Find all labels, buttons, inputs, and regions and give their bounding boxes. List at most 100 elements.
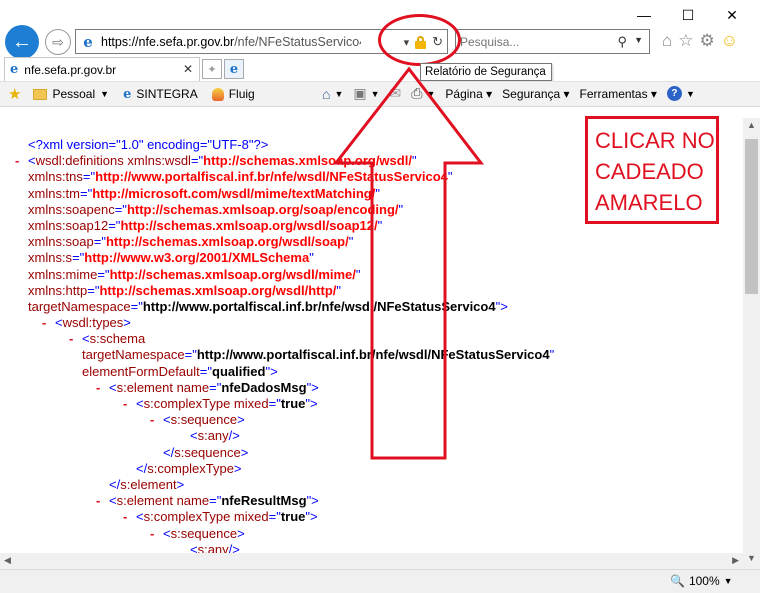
help-icon[interactable]: ? bbox=[666, 86, 682, 101]
scroll-left-icon[interactable]: ◀ bbox=[4, 555, 11, 566]
forward-button[interactable]: ⇨ bbox=[45, 29, 71, 55]
zoom-level: 100% bbox=[688, 574, 720, 588]
back-button[interactable]: ← bbox=[5, 25, 39, 59]
maximize-button[interactable]: ☐ bbox=[666, 4, 710, 26]
xml-token: > bbox=[233, 460, 242, 476]
xml-token: s:element bbox=[120, 476, 177, 492]
xml-token: http://schemas.xmlsoap.org/wsdl/http/ bbox=[99, 282, 337, 298]
search-input[interactable] bbox=[460, 34, 610, 49]
search-dropdown-icon[interactable]: ▼ bbox=[634, 35, 643, 45]
xml-token: =" bbox=[72, 250, 85, 266]
favorite-pessoal[interactable]: Pessoal ▼ bbox=[33, 87, 109, 101]
xml-token: "> bbox=[265, 363, 278, 379]
tools-menu-label: Ferramentas bbox=[579, 86, 648, 101]
vertical-scrollbar[interactable]: ▲ ▼ bbox=[743, 118, 760, 569]
page-menu[interactable]: Página ▾ bbox=[445, 87, 492, 101]
rss-feed-icon[interactable]: ▣ bbox=[353, 85, 366, 102]
mail-icon[interactable]: ✉ bbox=[390, 85, 402, 102]
search-box[interactable]: ⚲ ▼ bbox=[455, 29, 650, 54]
collapse-toggle[interactable]: - bbox=[96, 380, 100, 396]
address-url[interactable]: https://nfe.sefa.pr.gov.br/nfe/NFeStatus… bbox=[101, 35, 361, 49]
search-icon[interactable]: ⚲ bbox=[617, 34, 627, 50]
collapse-toggle[interactable]: - bbox=[42, 315, 46, 331]
zoom-control[interactable]: 🔍 100% ▼ bbox=[670, 574, 733, 588]
xml-token: =" bbox=[199, 363, 212, 379]
ie-tab-button[interactable]: e bbox=[224, 59, 244, 79]
xml-token: http://schemas.xmlsoap.org/wsdl/mime/ bbox=[109, 266, 356, 282]
collapse-toggle[interactable]: - bbox=[123, 509, 127, 525]
favorite-fluig[interactable]: Fluig bbox=[211, 87, 255, 101]
xml-line: </s:sequence> bbox=[0, 445, 743, 461]
xml-token: "> bbox=[305, 509, 318, 525]
xml-token: " bbox=[336, 282, 342, 298]
xml-token: "> bbox=[306, 493, 319, 509]
xml-token: xmlns:wsdl bbox=[127, 153, 191, 169]
command-buttons: ⌂ ▼ ▣ ▼ ✉ ⎙ ▼ Página ▾ Segurança ▾ Ferramen… bbox=[322, 85, 695, 102]
xml-line: xmlns:mime="http://schemas.xmlsoap.org/w… bbox=[0, 267, 743, 283]
chevron-down-icon[interactable]: ▼ bbox=[686, 89, 695, 99]
chevron-down-icon[interactable]: ▼ bbox=[334, 89, 343, 99]
xml-token: xmlns:http bbox=[28, 282, 88, 298]
browser-toolbar-icons: ⌂ ☆ ⚙ ☺ bbox=[662, 31, 738, 51]
xml-token: name bbox=[176, 379, 210, 395]
favorites-star-icon[interactable]: ☆ bbox=[678, 31, 693, 51]
xml-token: < bbox=[163, 525, 171, 541]
xml-token: " bbox=[377, 217, 383, 233]
xml-token: =" bbox=[108, 217, 121, 233]
url-host: https://nfe.sefa.pr.gov.br bbox=[101, 34, 235, 49]
xml-token: =" bbox=[114, 201, 127, 217]
tab-strip: e nfe.sefa.pr.gov.br ✕ ✦ e bbox=[0, 57, 760, 81]
new-tab-button[interactable]: ✦ bbox=[202, 59, 222, 79]
chevron-down-icon[interactable]: ▼ bbox=[426, 89, 435, 99]
home-icon[interactable]: ⌂ bbox=[322, 86, 330, 102]
collapse-toggle[interactable]: - bbox=[69, 331, 73, 347]
horizontal-scrollbar[interactable]: ◀ ▶ bbox=[0, 553, 743, 569]
scroll-down-icon[interactable]: ▼ bbox=[743, 553, 760, 567]
print-icon[interactable]: ⎙ bbox=[411, 85, 422, 102]
annotation-line: AMARELO bbox=[595, 190, 703, 215]
xml-token: =" bbox=[184, 347, 197, 363]
xml-token: " bbox=[355, 266, 361, 282]
security-menu-label: Segurança bbox=[502, 86, 561, 101]
xml-token: " bbox=[411, 153, 417, 169]
xml-token: s:complexType bbox=[147, 460, 234, 476]
collapse-toggle[interactable]: - bbox=[15, 153, 19, 169]
scroll-thumb[interactable] bbox=[745, 139, 758, 294]
xml-token: < bbox=[82, 331, 90, 347]
xml-token: wsdl:definitions bbox=[35, 153, 128, 169]
scroll-right-icon[interactable]: ▶ bbox=[732, 555, 739, 566]
close-window-button[interactable]: ✕ bbox=[710, 4, 754, 26]
minimize-button[interactable]: — bbox=[622, 4, 666, 26]
tools-menu[interactable]: Ferramentas ▾ bbox=[580, 87, 657, 101]
home-icon[interactable]: ⌂ bbox=[662, 31, 672, 51]
xml-token: =" bbox=[93, 234, 106, 250]
security-menu[interactable]: Segurança ▾ bbox=[502, 87, 569, 101]
scroll-up-icon[interactable]: ▲ bbox=[743, 120, 760, 134]
annotation-box: CLICAR NO CADEADO AMARELO bbox=[585, 116, 719, 224]
add-favorite-star-icon[interactable]: ★ bbox=[8, 85, 21, 103]
xml-token: s:schema bbox=[89, 331, 146, 347]
gear-icon[interactable]: ⚙ bbox=[700, 31, 715, 51]
xml-token: http://microsoft.com/wsdl/mime/textMatch… bbox=[92, 185, 376, 201]
favorites-command-bar: ★ Pessoal ▼ e SINTEGRA Fluig ⌂ ▼ ▣ ▼ ✉ ⎙ ▼ … bbox=[0, 81, 760, 107]
xml-token: " bbox=[348, 234, 354, 250]
tab-nfe[interactable]: e nfe.sefa.pr.gov.br ✕ bbox=[4, 57, 200, 81]
close-tab-icon[interactable]: ✕ bbox=[183, 62, 193, 76]
collapse-toggle[interactable]: - bbox=[150, 526, 154, 542]
xml-line: xmlns:s="http://www.w3.org/2001/XMLSchem… bbox=[0, 250, 743, 266]
annotation-line: CADEADO bbox=[595, 159, 704, 184]
xml-token: true bbox=[280, 396, 306, 411]
collapse-toggle[interactable]: - bbox=[96, 493, 100, 509]
feedback-smiley-icon[interactable]: ☺ bbox=[721, 31, 738, 51]
chevron-down-icon[interactable]: ▼ bbox=[371, 89, 380, 99]
xml-line: targetNamespace="http://www.portalfiscal… bbox=[0, 299, 743, 315]
favorite-sintegra[interactable]: e SINTEGRA bbox=[123, 87, 198, 102]
xml-token: s:any bbox=[197, 428, 229, 444]
xml-line: targetNamespace="http://www.portalfiscal… bbox=[0, 347, 743, 363]
xml-token: nfeDadosMsg bbox=[221, 379, 307, 395]
collapse-toggle[interactable]: - bbox=[123, 396, 127, 412]
xml-token: " bbox=[549, 347, 555, 363]
xml-token: s:sequence bbox=[170, 525, 238, 541]
collapse-toggle[interactable]: - bbox=[150, 412, 154, 428]
ie-icon: e bbox=[229, 61, 239, 77]
